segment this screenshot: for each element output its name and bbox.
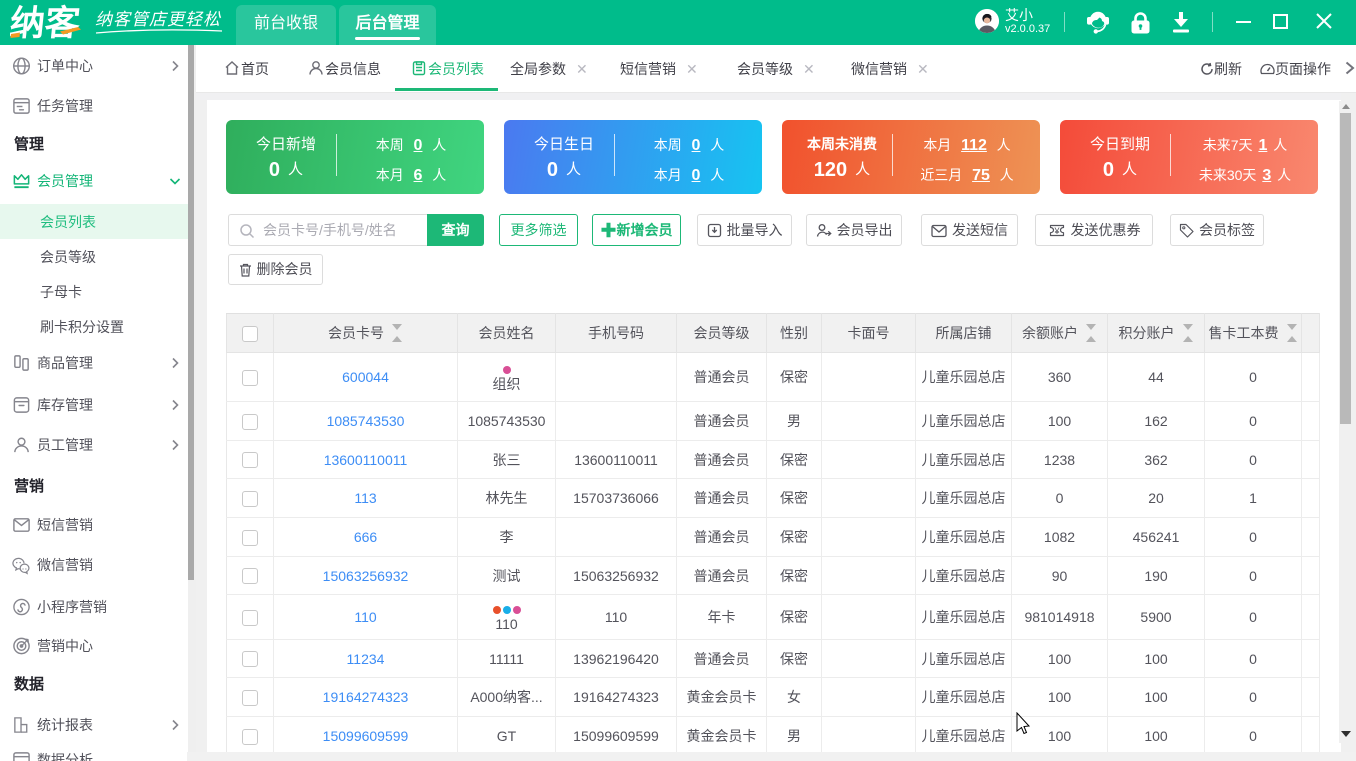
svg-text:纳客管店更轻松: 纳客管店更轻松 [95,10,222,29]
svg-text:¥: ¥ [1053,226,1060,236]
svg-text:纳客: 纳客 [10,4,83,42]
